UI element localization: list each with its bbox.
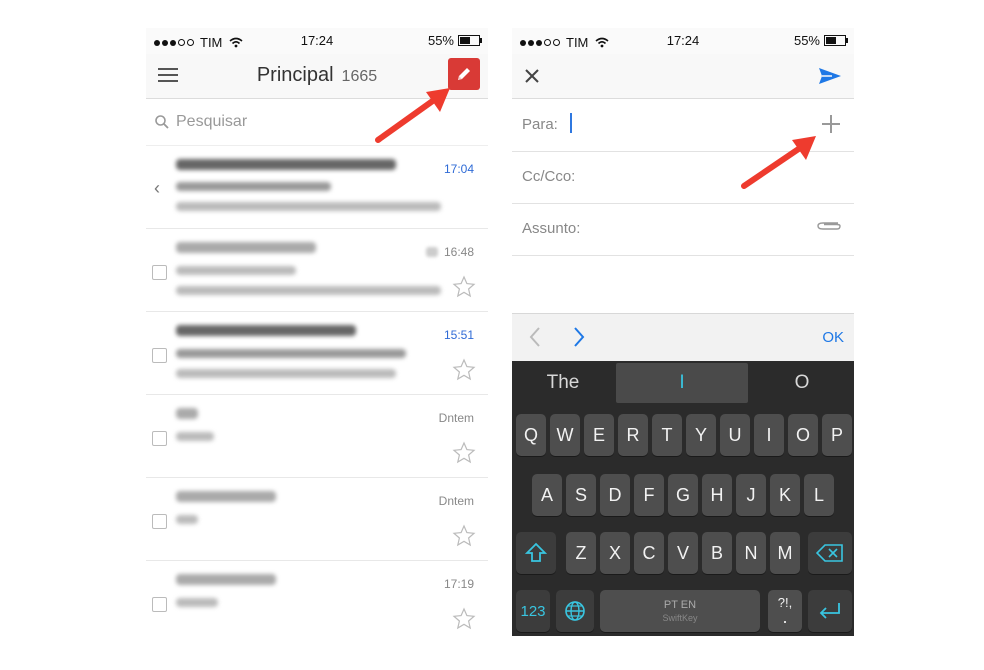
email-time: 15:51 [443,328,474,342]
key-z[interactable]: Z [566,532,596,574]
keyboard: OK The I O Q W E R T Y U I O P A S D F G… [512,313,854,636]
select-checkbox[interactable] [152,348,167,363]
email-row[interactable]: 16:48 [146,229,488,312]
return-icon [819,603,840,619]
select-checkbox[interactable] [152,514,167,529]
shift-icon [525,542,547,562]
annotation-arrow-compose [375,88,450,143]
annotation-arrow-add-contact [741,136,816,189]
star-icon[interactable] [452,441,476,465]
battery-fill [460,37,470,44]
shift-key[interactable] [516,532,556,574]
suggestion-right[interactable]: O [756,363,848,403]
email-row[interactable]: Dntem [146,478,488,561]
select-checkbox[interactable] [152,431,167,446]
email-row[interactable]: Dntem [146,395,488,478]
key-w[interactable]: W [550,414,580,456]
star-icon[interactable] [452,358,476,382]
key-y[interactable]: Y [686,414,716,456]
key-p[interactable]: P [822,414,852,456]
key-q[interactable]: Q [516,414,546,456]
space-language-label: PT EN [663,599,697,611]
keyboard-keys: The I O Q W E R T Y U I O P A S D F G H … [512,361,854,636]
to-label: Para: [522,116,558,133]
search-icon [155,115,169,129]
email-time: 16:48 [443,245,474,259]
star-icon[interactable] [452,275,476,299]
return-key[interactable] [808,590,852,632]
send-icon[interactable] [818,66,842,86]
key-x[interactable]: X [600,532,630,574]
battery-indicator: 55% [427,33,482,48]
swiftkey-brand: SwiftKey [662,613,698,623]
select-checkbox[interactable] [152,597,167,612]
key-k[interactable]: K [770,474,800,516]
ok-button[interactable]: OK [822,329,844,346]
key-f[interactable]: F [634,474,664,516]
select-checkbox[interactable] [152,265,167,280]
suggestion-left[interactable]: The [518,363,608,403]
key-v[interactable]: V [668,532,698,574]
attachment-icon [426,247,438,257]
mailbox-name: Principal [256,64,334,86]
compose-screen: TIM 17:24 55% Para: Cc/Cco: Assunto: OK … [512,28,854,636]
battery-indicator: 55% [793,33,848,48]
key-t[interactable]: T [652,414,682,456]
key-o[interactable]: O [788,414,818,456]
backspace-icon [816,544,843,562]
chevron-right-icon[interactable] [572,326,586,348]
numbers-key[interactable]: 123 [516,590,550,632]
key-h[interactable]: H [702,474,732,516]
compose-navbar [512,54,854,99]
close-icon[interactable] [522,66,542,86]
status-bar: TIM 17:24 55% [146,28,488,54]
battery-icon [824,35,848,46]
punctuation-main: . [782,607,788,627]
key-u[interactable]: U [720,414,750,456]
text-cursor [570,113,572,133]
key-s[interactable]: S [566,474,596,516]
search-input[interactable]: Pesquisar [176,113,247,131]
key-n[interactable]: N [736,532,766,574]
email-time: Dntem [438,494,474,508]
battery-fill [826,37,836,44]
key-e[interactable]: E [584,414,614,456]
battery-percent: 55% [427,33,454,48]
key-g[interactable]: G [668,474,698,516]
space-key[interactable]: PT EN SwiftKey [600,590,760,632]
chevron-left-icon: ‹ [154,178,160,198]
email-time: 17:19 [443,577,474,591]
email-time: Dntem [438,411,474,425]
key-i[interactable]: I [754,414,784,456]
email-row[interactable]: 15:51 [146,312,488,395]
key-a[interactable]: A [532,474,562,516]
email-row[interactable]: ‹ 17:04 [146,146,488,229]
globe-key[interactable] [556,590,594,632]
punctuation-key[interactable]: ?!, . [768,590,802,632]
battery-percent: 55% [793,33,820,48]
key-c[interactable]: C [634,532,664,574]
status-bar: TIM 17:24 55% [512,28,854,54]
star-icon[interactable] [452,524,476,548]
chevron-left-icon[interactable] [528,326,542,348]
key-j[interactable]: J [736,474,766,516]
key-l[interactable]: L [804,474,834,516]
email-row[interactable]: 17:19 [146,561,488,636]
keyboard-toolbar: OK [512,313,854,362]
key-d[interactable]: D [600,474,630,516]
subject-field[interactable]: Assunto: [512,203,854,256]
key-r[interactable]: R [618,414,648,456]
paperclip-icon[interactable] [816,219,842,233]
key-m[interactable]: M [770,532,800,574]
cc-label: Cc/Cco: [522,168,576,185]
globe-icon [565,601,585,621]
email-time: 17:04 [443,162,474,176]
battery-icon [458,35,482,46]
star-icon[interactable] [452,607,476,631]
key-b[interactable]: B [702,532,732,574]
suggestion-center[interactable]: I [616,363,748,403]
subject-label: Assunto: [522,220,581,237]
backspace-key[interactable] [808,532,852,574]
